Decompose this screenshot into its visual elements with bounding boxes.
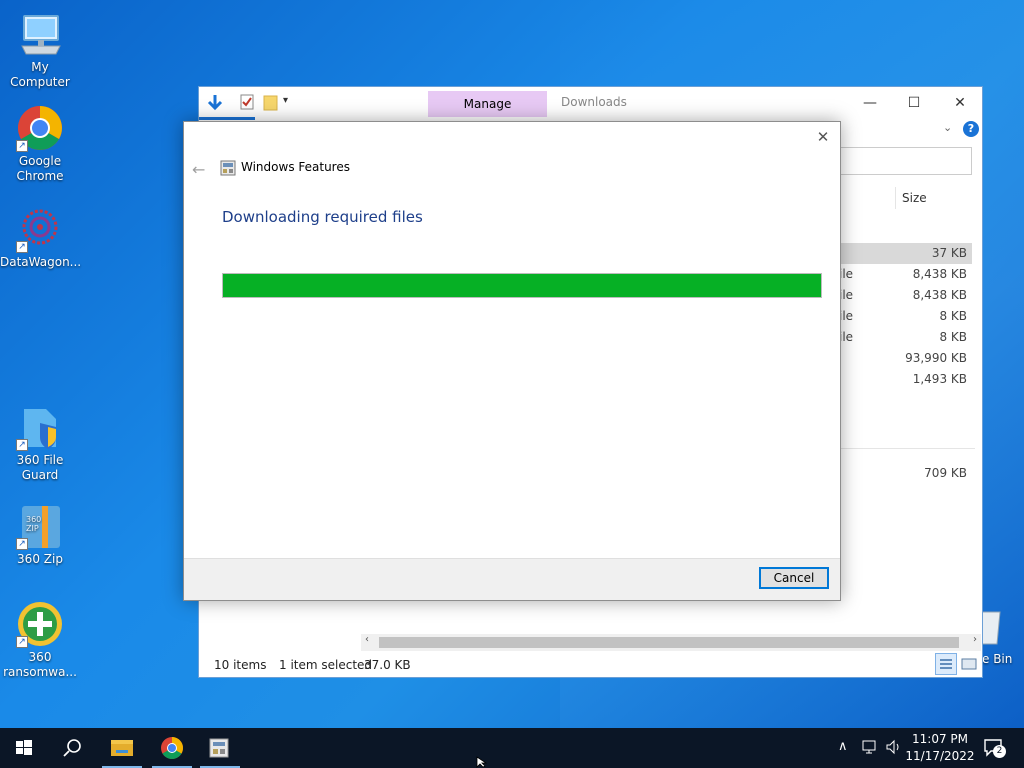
column-header-size[interactable]: Size bbox=[895, 187, 975, 209]
dialog-title: Windows Features bbox=[241, 160, 350, 174]
status-bar: 10 items 1 item selected 37.0 KB bbox=[199, 653, 982, 677]
table-row[interactable]: ile 8,438 KB bbox=[839, 285, 972, 306]
table-row[interactable]: 37 KB bbox=[839, 243, 972, 264]
row-size: 1,493 KB bbox=[912, 372, 967, 386]
desktop-icon-chrome[interactable]: ↗ Google Chrome bbox=[0, 104, 80, 184]
row-size: 93,990 KB bbox=[905, 351, 967, 365]
download-progress-bar bbox=[222, 273, 822, 298]
group-divider bbox=[839, 448, 975, 449]
show-hidden-icons-chevron-icon[interactable]: ∧ bbox=[838, 739, 848, 768]
search-box[interactable] bbox=[839, 147, 972, 175]
horizontal-scrollbar[interactable]: ‹ › bbox=[361, 634, 981, 651]
back-arrow-icon[interactable]: ← bbox=[192, 160, 205, 179]
shortcut-arrow-icon: ↗ bbox=[16, 439, 28, 451]
svg-text:360: 360 bbox=[26, 515, 41, 524]
status-selected: 1 item selected bbox=[279, 658, 373, 672]
row-type: ile bbox=[839, 288, 854, 302]
taskbar: ∧ 11:07 PM 11/17/2022 2 bbox=[0, 728, 1024, 768]
shortcut-arrow-icon: ↗ bbox=[16, 538, 28, 550]
file-explorer-taskbar-icon[interactable] bbox=[98, 728, 146, 768]
row-size: 8,438 KB bbox=[912, 267, 967, 281]
row-size: 37 KB bbox=[931, 246, 967, 260]
close-icon[interactable]: ✕ bbox=[814, 128, 832, 146]
customize-toolbar-dropdown-icon[interactable]: ▾ bbox=[283, 95, 288, 115]
zip-icon: 360 ZIP ↗ bbox=[16, 502, 64, 550]
chrome-taskbar-icon[interactable] bbox=[148, 728, 196, 768]
tab-manage[interactable]: Manage bbox=[428, 91, 547, 117]
row-size: 8 KB bbox=[939, 330, 967, 344]
row-size: 8,438 KB bbox=[912, 288, 967, 302]
desktop-icon-360-file-guard[interactable]: ↗ 360 File Guard bbox=[0, 403, 80, 483]
download-arrow-icon[interactable] bbox=[205, 93, 225, 113]
status-selected-size: 37.0 KB bbox=[364, 658, 411, 672]
dialog-footer: Cancel bbox=[184, 558, 840, 600]
table-row[interactable]: 1,493 KB bbox=[839, 369, 972, 390]
new-folder-icon[interactable] bbox=[263, 93, 279, 113]
shortcut-arrow-icon: ↗ bbox=[16, 140, 28, 152]
minimize-icon[interactable]: — bbox=[847, 91, 893, 115]
svg-text:ZIP: ZIP bbox=[26, 524, 39, 533]
table-row[interactable]: 709 KB bbox=[839, 463, 972, 484]
ransomware-icon: ↗ bbox=[16, 600, 64, 648]
system-clock[interactable]: 11:07 PM 11/17/2022 bbox=[905, 731, 975, 765]
windows-features-dialog: ✕ ← Windows Features Downloading require… bbox=[183, 121, 841, 601]
desktop-icon-label: 360 Zip bbox=[17, 552, 63, 566]
shortcut-arrow-icon: ↗ bbox=[16, 241, 28, 253]
desktop-icon-datawagon[interactable]: ↗ DataWagon... bbox=[0, 205, 82, 270]
notification-center-icon[interactable]: 2 bbox=[982, 736, 1006, 768]
desktop-icon-label: DataWagon... bbox=[0, 255, 82, 269]
maximize-icon[interactable]: ☐ bbox=[891, 91, 937, 115]
mouse-cursor-icon bbox=[476, 756, 488, 768]
windows-features-taskbar-icon[interactable] bbox=[196, 728, 244, 768]
row-type: ile bbox=[839, 309, 854, 323]
file-guard-icon: ↗ bbox=[16, 403, 64, 451]
volume-icon[interactable] bbox=[884, 738, 904, 768]
desktop-icon-label: 360 ransomwa... bbox=[3, 650, 77, 679]
scroll-right-icon[interactable]: › bbox=[973, 634, 977, 645]
clock-date: 11/17/2022 bbox=[905, 749, 975, 763]
help-icon[interactable]: ? bbox=[963, 121, 979, 137]
desktop-icon-360-ransomware[interactable]: ↗ 360 ransomwa... bbox=[0, 600, 80, 680]
scrollbar-thumb[interactable] bbox=[379, 637, 959, 648]
table-row[interactable]: ile 8 KB bbox=[839, 327, 972, 348]
cancel-button[interactable]: Cancel bbox=[759, 567, 829, 589]
dialog-heading: Downloading required files bbox=[222, 208, 423, 226]
chrome-icon: ↗ bbox=[16, 104, 64, 152]
table-row[interactable]: ile 8 KB bbox=[839, 306, 972, 327]
desktop-icon-label: 360 File Guard bbox=[16, 453, 64, 482]
large-icons-view-icon[interactable] bbox=[959, 654, 979, 674]
desktop-icon-label: My Computer bbox=[10, 60, 70, 89]
desktop-icon-my-computer[interactable]: My Computer bbox=[0, 10, 80, 90]
search-icon[interactable] bbox=[48, 728, 96, 768]
row-size: 709 KB bbox=[924, 466, 967, 480]
clock-time: 11:07 PM bbox=[912, 732, 968, 746]
desktop-icon-label: Google Chrome bbox=[16, 154, 64, 183]
properties-check-icon[interactable] bbox=[239, 93, 255, 113]
datawagon-icon: ↗ bbox=[16, 205, 64, 253]
desktop-icon-label: e Bin bbox=[982, 652, 1013, 666]
notification-badge: 2 bbox=[993, 745, 1006, 758]
table-row[interactable]: ile 8,438 KB bbox=[839, 264, 972, 285]
progress-fill bbox=[223, 274, 821, 297]
table-row[interactable]: 93,990 KB bbox=[839, 348, 972, 369]
computer-icon bbox=[16, 10, 64, 58]
quick-access-toolbar: ▾ Manage Downloads — ☐ ✕ bbox=[199, 87, 982, 121]
row-type: ile bbox=[839, 330, 854, 344]
start-button[interactable] bbox=[0, 728, 48, 768]
status-item-count: 10 items bbox=[214, 658, 267, 672]
windows-features-icon bbox=[220, 160, 236, 176]
network-icon[interactable] bbox=[860, 738, 880, 768]
window-title: Downloads bbox=[561, 95, 627, 109]
details-view-icon[interactable] bbox=[935, 653, 957, 675]
active-ribbon-indicator bbox=[199, 117, 255, 120]
desktop-icon-360-zip[interactable]: 360 ZIP ↗ 360 Zip bbox=[0, 502, 80, 567]
row-type: ile bbox=[839, 267, 854, 281]
close-icon[interactable]: ✕ bbox=[937, 91, 983, 115]
shortcut-arrow-icon: ↗ bbox=[16, 636, 28, 648]
ribbon-expand-chevron-icon[interactable]: ⌄ bbox=[943, 121, 952, 134]
scroll-left-icon[interactable]: ‹ bbox=[365, 634, 369, 645]
row-size: 8 KB bbox=[939, 309, 967, 323]
